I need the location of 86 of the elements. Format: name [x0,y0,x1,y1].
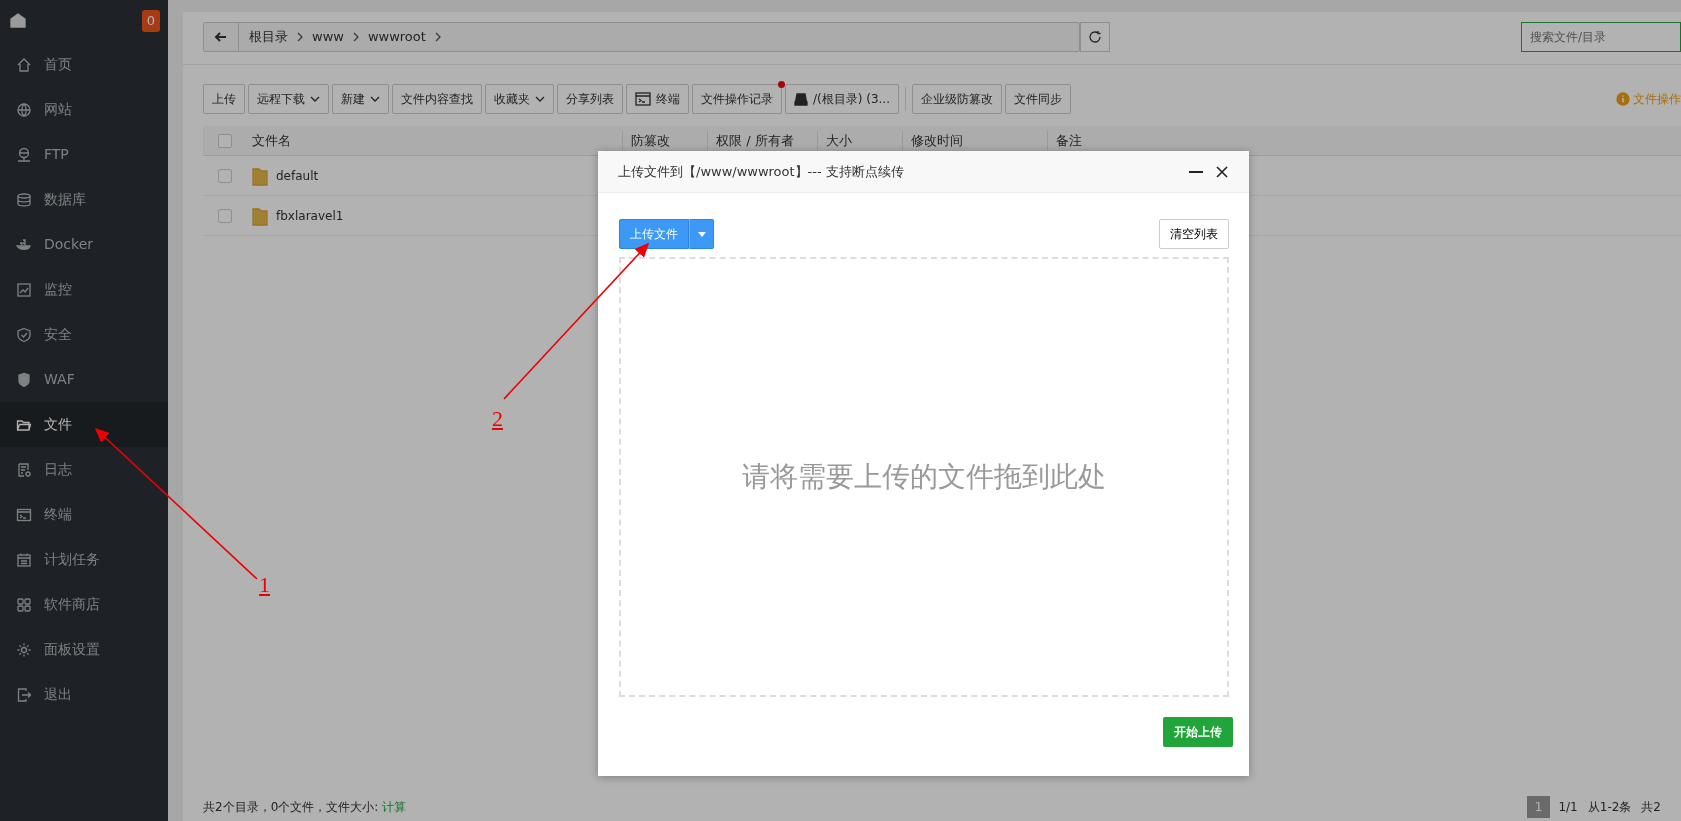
back-arrow-icon [214,30,228,44]
toolbar-button[interactable]: 收藏夹 [485,84,554,114]
folder-icon [252,205,268,226]
sidebar-item[interactable]: 终端 [0,492,168,537]
sidebar-item[interactable]: 网站 [0,87,168,132]
shield-icon [16,326,32,343]
sidebar-item[interactable]: 数据库 [0,177,168,222]
calendar-icon [16,551,32,568]
column-header: 文件名 [252,131,292,150]
sidebar-item[interactable]: Docker [0,222,168,267]
toolbar-button[interactable]: 文件内容查找 [392,84,482,114]
sidebar-item[interactable]: 首页 [0,42,168,87]
upload-file-button[interactable]: 上传文件 [619,219,689,249]
page-count: 1/1 [1558,799,1578,816]
breadcrumb-link[interactable]: www [312,27,344,47]
log-icon [16,461,32,478]
total-count: 共2 [1641,799,1661,816]
breadcrumb-link[interactable]: 根目录 [249,27,288,47]
clear-list-button[interactable]: 清空列表 [1159,219,1229,249]
toolbar-button[interactable]: 分享列表 [557,84,623,114]
terminal-icon [635,92,651,106]
grid-icon [16,596,32,613]
chevron-icon [351,32,360,42]
notification-badge: 0 [141,10,160,32]
row-checkbox[interactable] [218,208,232,223]
toolbar-button[interactable]: /(根目录) (3... [785,84,899,114]
column-header: 防篡改 [622,130,707,151]
toolbar-button[interactable]: 文件同步 [1005,84,1071,114]
sidebar-item[interactable]: 退出 [0,672,168,717]
column-header: 备注 [1047,130,1447,151]
sidebar-item[interactable]: 面板设置 [0,627,168,672]
sidebar-item[interactable]: 软件商店 [0,582,168,627]
close-icon [1215,165,1229,179]
column-header: 修改时间 [902,130,1047,151]
home-icon [16,56,32,73]
annotation-number: 1 [259,574,270,596]
info-icon [1616,92,1630,106]
column-header: 大小 [817,130,902,151]
caret-icon [697,231,706,237]
column-header: 权限 / 所有者 [707,130,817,151]
sidebar-item[interactable]: 监控 [0,267,168,312]
sidebar-item[interactable]: 安全 [0,312,168,357]
toolbar-button[interactable]: 远程下载 [248,84,329,114]
breadcrumb-link[interactable]: wwwroot [367,27,426,47]
row-checkbox[interactable] [218,168,232,183]
drop-hint: 请将需要上传的文件拖到此处 [742,459,1106,495]
terminal-icon [16,506,32,523]
sidebar-item[interactable]: 计划任务 [0,537,168,582]
sidebar-item[interactable]: 日志 [0,447,168,492]
caret-icon [310,96,320,102]
refresh-icon [1088,30,1102,44]
toolbar-button[interactable]: 企业级防篡改 [912,84,1002,114]
search-field[interactable]: 搜索文件/目录 [1521,22,1681,52]
file-name[interactable]: fbxlaravel1 [276,206,344,225]
toolbar-button[interactable]: 文件操作记录 [692,84,782,114]
logout-icon [16,686,32,703]
toolbar-button[interactable]: 上传 [203,84,245,114]
minimize-icon [1189,171,1203,173]
monitor-chart-icon [16,281,32,298]
refresh-button[interactable] [1080,22,1110,52]
calculate-link[interactable]: 计算 [382,798,407,816]
start-upload-button[interactable]: 开始上传 [1163,717,1233,747]
page-button[interactable]: 1 [1526,796,1551,818]
caret-icon [535,96,545,102]
sidebar-item[interactable]: FTP [0,132,168,177]
shield-icon [16,371,32,388]
chevron-icon [296,32,304,42]
dialog-title: 上传文件到【/www/wwwroot】--- 支持断点续传 [618,162,905,181]
annotation-number: 2 [492,408,503,430]
logo-icon [8,11,28,31]
folder-icon [252,165,268,186]
upload-options-button[interactable] [689,219,714,249]
select-all-checkbox[interactable] [218,133,232,148]
sidebar-item[interactable]: WAF [0,357,168,402]
file-name[interactable]: default [276,166,319,185]
row-range: 从1-2条 [1587,799,1632,816]
toolbar-button[interactable]: 新建 [332,84,389,114]
chevron-icon [433,32,442,42]
notification-dot [778,81,785,88]
sidebar-item[interactable]: 文件 [0,402,168,447]
toolbar-button[interactable]: 终端 [626,84,689,114]
footer-summary: 共2个目录，0个文件，文件大小: [203,799,379,816]
gear-icon [16,641,32,658]
caret-icon [370,96,380,102]
drop-zone[interactable]: 请将需要上传的文件拖到此处 [619,257,1229,697]
database-icon [16,191,32,208]
